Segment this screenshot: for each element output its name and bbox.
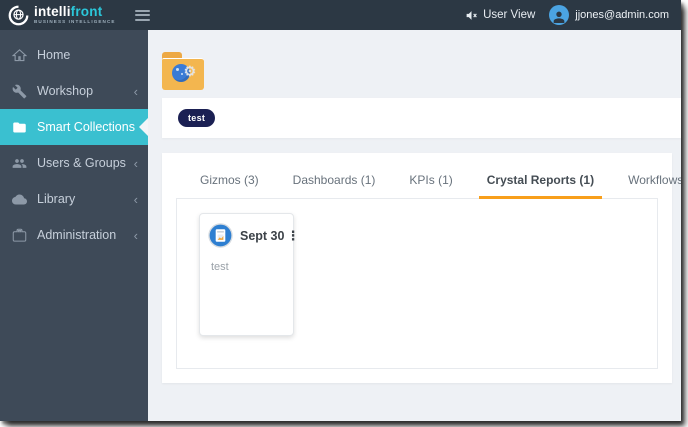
report-card[interactable]: Sept 30 ⋮ test: [199, 213, 299, 336]
users-icon: [12, 158, 27, 168]
top-bar: intellifront BUSINESS INTELLIGENCE User …: [0, 0, 681, 30]
sidebar-item-administration[interactable]: Administration ‹: [0, 217, 148, 253]
chevron-left-icon: ‹: [133, 155, 138, 171]
sidebar-item-label: Administration: [37, 228, 117, 242]
sidebar-item-workshop[interactable]: Workshop ‹: [0, 73, 148, 109]
app-logo[interactable]: intellifront BUSINESS INTELLIGENCE: [8, 5, 116, 26]
sidebar-item-users-groups[interactable]: Users & Groups ‹: [0, 145, 148, 181]
tab-bar: Gizmos (3) Dashboards (1) KPIs (1) Cryst…: [176, 162, 681, 199]
chevron-left-icon: ‹: [133, 83, 138, 99]
sidebar-item-label: Library: [37, 192, 76, 206]
topbar-right: User View jjones@admin.com: [465, 5, 669, 25]
tab-workflows[interactable]: Workflows (1): [626, 163, 681, 197]
logo-subtitle: BUSINESS INTELLIGENCE: [34, 19, 116, 25]
collection-badge[interactable]: test: [178, 109, 216, 127]
user-view-icon: [466, 10, 477, 20]
home-icon: [12, 48, 27, 61]
report-description: test: [211, 261, 229, 273]
tab-content: Sept 30 ⋮ test: [176, 198, 658, 369]
logo-text: intellifront BUSINESS INTELLIGENCE: [34, 5, 116, 25]
folder-icon: [13, 122, 26, 132]
tab-gizmos[interactable]: Gizmos (3): [198, 163, 261, 197]
collection-panel: Gizmos (3) Dashboards (1) KPIs (1) Cryst…: [162, 153, 681, 383]
logo-title-primary: intelli: [34, 3, 71, 19]
sidebar: Home Workshop ‹ Smart Collections Users …: [0, 30, 148, 421]
wrench-icon: [12, 84, 27, 98]
main-content: ⚙ test Gizmos (3) Dashboards (1) KPIs (1…: [148, 30, 681, 421]
chevron-left-icon: ‹: [133, 227, 138, 243]
avatar: [549, 5, 570, 25]
sidebar-item-label: Users & Groups: [37, 156, 126, 170]
sidebar-item-label: Home: [37, 48, 71, 62]
globe-logo-icon: [8, 5, 29, 25]
tab-kpis[interactable]: KPIs (1): [407, 163, 454, 197]
report-title: Sept 30: [240, 228, 285, 243]
user-view-button[interactable]: User View: [465, 9, 535, 22]
kebab-menu-icon[interactable]: ⋮: [284, 228, 301, 243]
tab-dashboards[interactable]: Dashboards (1): [291, 163, 378, 197]
crystal-report-icon: [208, 223, 233, 248]
app-window: intellifront BUSINESS INTELLIGENCE User …: [0, 0, 681, 421]
breadcrumb-bar: test: [162, 98, 681, 138]
sidebar-item-library[interactable]: Library ‹: [0, 181, 148, 217]
smart-collection-globe-gear-icon: ⚙: [172, 63, 196, 85]
account-menu[interactable]: jjones@admin.com: [549, 5, 669, 25]
sidebar-item-home[interactable]: Home: [0, 37, 148, 73]
sidebar-item-label: Workshop: [37, 84, 94, 98]
tab-crystal-reports[interactable]: Crystal Reports (1): [478, 163, 603, 199]
person-icon: [553, 11, 565, 23]
sidebar-item-smart-collections[interactable]: Smart Collections: [0, 109, 148, 145]
collection-folder-icon[interactable]: ⚙: [162, 52, 204, 90]
briefcase-icon: [12, 228, 27, 242]
sidebar-item-label: Smart Collections: [37, 120, 135, 134]
cloud-icon: [12, 194, 27, 204]
menu-toggle-icon[interactable]: [132, 7, 153, 24]
user-email: jjones@admin.com: [575, 9, 669, 21]
chevron-left-icon: ‹: [133, 191, 138, 207]
user-view-label: User View: [483, 9, 536, 21]
logo-title-accent: front: [70, 3, 103, 19]
